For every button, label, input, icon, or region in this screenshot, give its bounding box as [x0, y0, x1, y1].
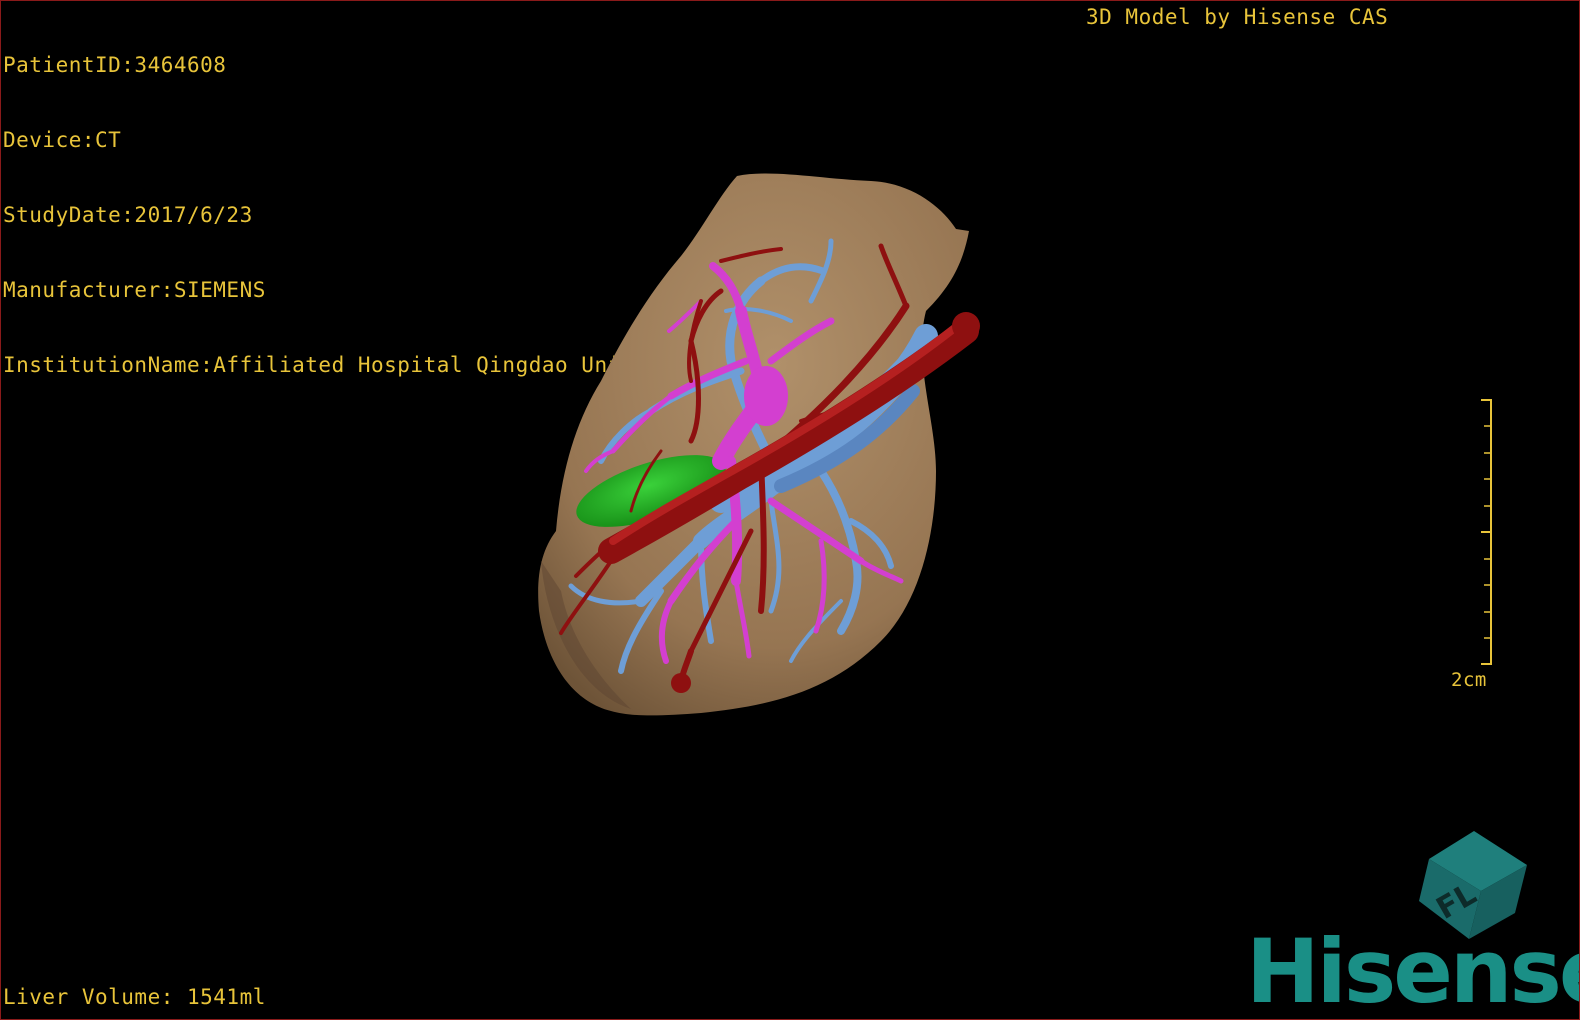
liver-volume: Liver Volume: 1541ml: [3, 985, 266, 1009]
artery-root: [952, 312, 980, 340]
portal-vein-confluence: [744, 366, 788, 426]
3d-viewport[interactable]: PatientID:3464608 Device:CT StudyDate:20…: [0, 0, 1580, 1020]
scale-label: 2cm: [1451, 669, 1487, 691]
liver-3d-model[interactable]: [1, 1, 1579, 1019]
hisense-logo: Hisense: [1246, 920, 1580, 1020]
scale-bar: [1481, 399, 1492, 665]
artery-tip: [671, 673, 691, 693]
